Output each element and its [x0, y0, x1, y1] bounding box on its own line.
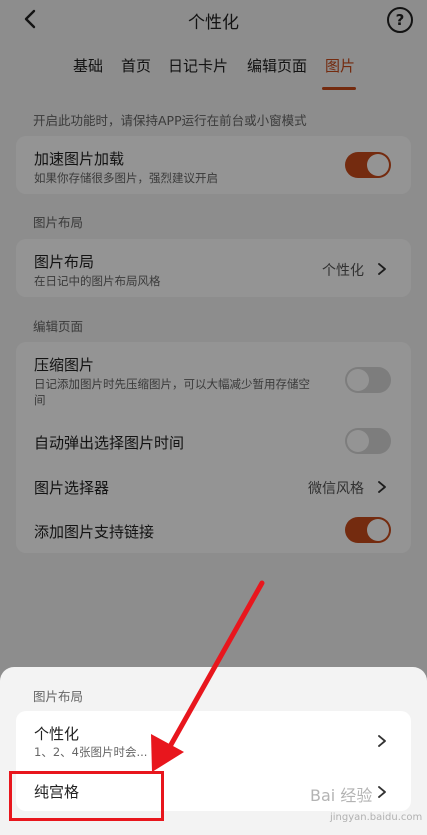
sheet-title: 图片布局 — [33, 689, 84, 704]
watermark-url: jingyan.baidu.com — [330, 812, 423, 823]
option-subtitle: 1、2、4张图片时会... — [34, 745, 148, 759]
annotation-highlight-box — [9, 771, 164, 821]
sheet-option-personalized[interactable]: 个性化 1、2、4张图片时会... — [16, 711, 411, 761]
option-title: 个性化 — [34, 725, 80, 743]
chevron-right-icon — [378, 786, 386, 798]
chevron-right-icon — [378, 735, 386, 747]
watermark-logo: Bai 经验 — [310, 786, 373, 805]
